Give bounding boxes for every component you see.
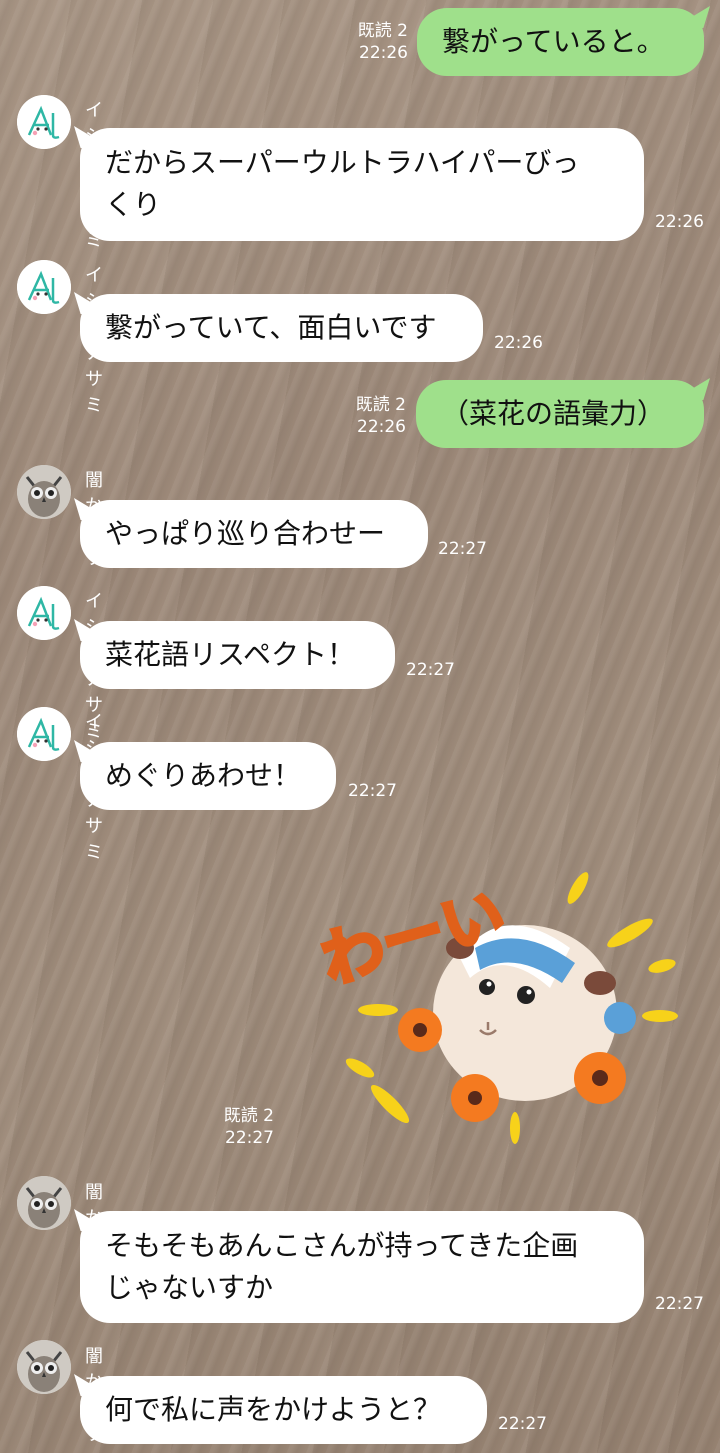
message-bubble[interactable]: だからスーパーウルトラハイパーびっ くり [80,128,644,241]
read-receipt: 既読 2 22:27 [223,1106,274,1148]
asami-avatar-icon[interactable] [17,586,71,640]
asami-avatar-icon[interactable] [17,260,71,314]
guinea-pig-sticker-icon[interactable]: わーい [300,838,700,1148]
message-bubble[interactable]: （菜花の語彙力） [416,380,704,448]
read-receipt: 既読 2 22:26 [357,21,408,63]
message-time: 22:27 [438,539,487,559]
message-time: 22:26 [494,333,543,353]
message-bubble[interactable]: やっぱり巡り合わせー [80,500,428,568]
message-bubble[interactable]: 菜花語リスペクト！ [80,621,395,689]
message-time: 22:27 [348,781,397,801]
read-receipt: 既読 2 22:26 [355,395,406,437]
message-bubble[interactable]: 繋がっていると。 [417,8,704,76]
owl-avatar-icon[interactable] [17,1340,71,1394]
message-time: 22:27 [655,1294,704,1314]
message-time: 22:27 [406,660,455,680]
asami-avatar-icon[interactable] [17,95,71,149]
message-bubble[interactable]: めぐりあわせ！ [80,742,336,810]
message-bubble[interactable]: そもそもあんこさんが持ってきた企画 じゃないすか [80,1211,644,1323]
asami-avatar-icon[interactable] [17,707,71,761]
message-time: 22:27 [498,1414,547,1434]
owl-avatar-icon[interactable] [17,465,71,519]
owl-avatar-icon[interactable] [17,1176,71,1230]
message-time: 22:26 [655,212,704,232]
message-bubble[interactable]: 繋がっていて、面白いです [80,294,483,362]
message-bubble[interactable]: 何で私に声をかけようと？ [80,1376,487,1444]
